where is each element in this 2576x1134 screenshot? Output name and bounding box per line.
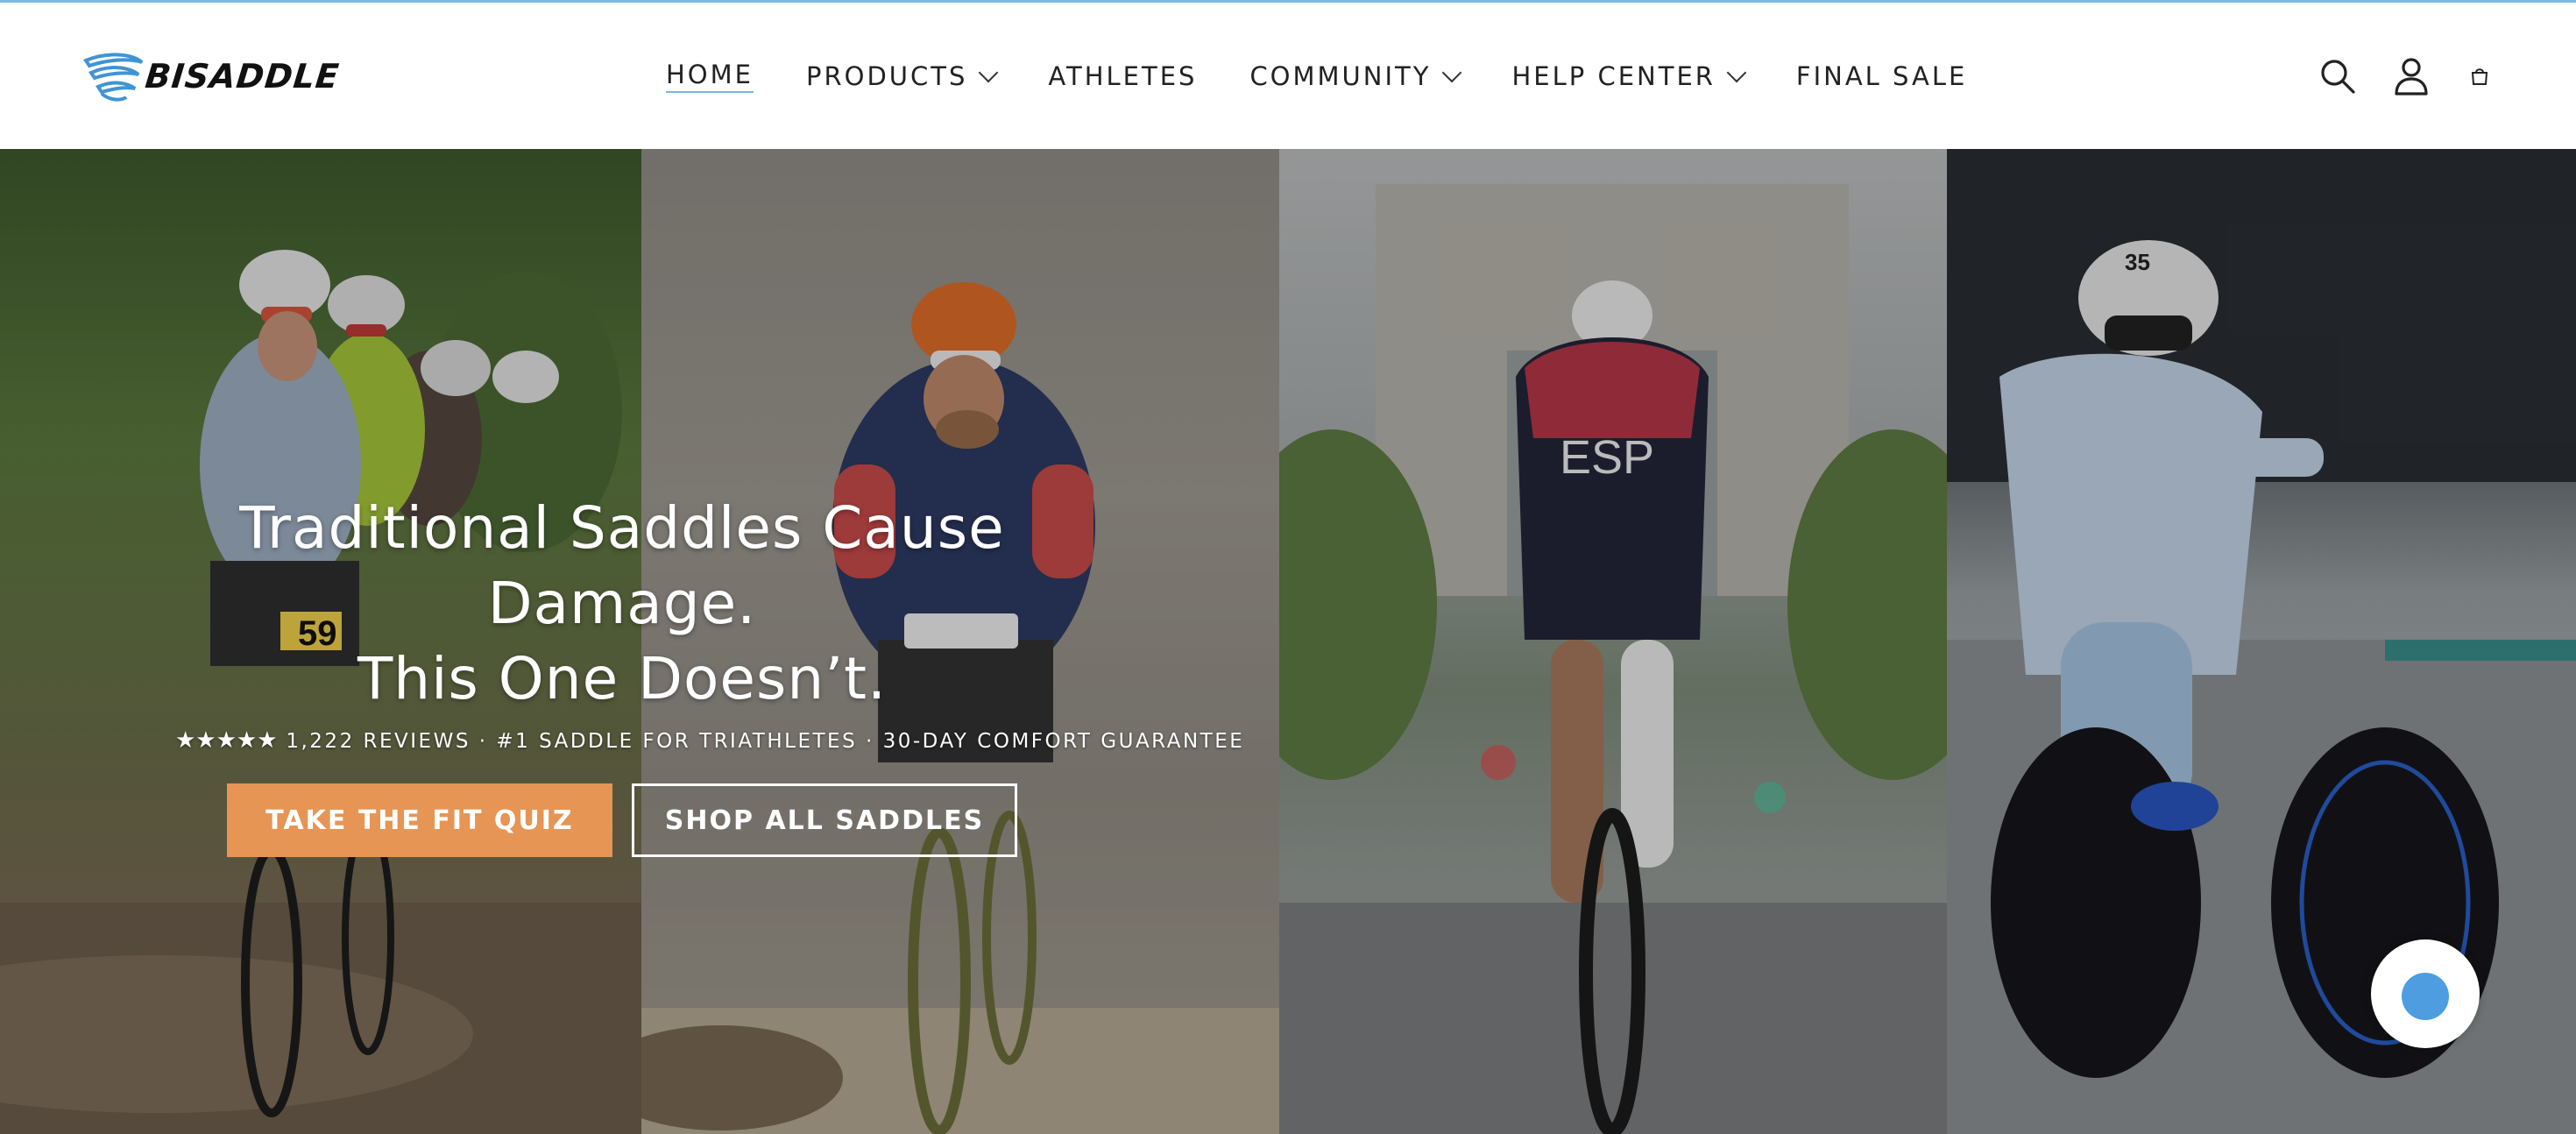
hero-photo-road-triathlete: ESP <box>1279 149 1947 1134</box>
shop-all-saddles-button[interactable]: SHOP ALL SADDLES <box>632 783 1017 857</box>
search-icon <box>2321 60 2355 94</box>
jersey-text: ESP <box>1560 431 1654 484</box>
road-triathlete-illustration: ESP <box>1279 184 1947 1134</box>
hero-photo-time-trial-rider: 35 <box>1947 149 2576 1134</box>
wing-logo-icon <box>82 53 144 102</box>
nav-item-help-center[interactable]: HELP CENTER <box>1511 61 1747 91</box>
search-button[interactable] <box>2313 48 2362 104</box>
hero-headline-line-2: This One Doesn’t. <box>357 645 888 712</box>
nav-label-home: HOME <box>666 60 754 93</box>
nav-label-athletes: ATHLETES <box>1048 61 1198 91</box>
hero-headline-line-1: Traditional Saddles Cause Damage. <box>239 494 1005 637</box>
hero-cta-row: TAKE THE FIT QUIZ SHOP ALL SADDLES <box>175 783 1069 857</box>
nav-item-home[interactable]: HOME <box>666 60 754 93</box>
hero-banner: 59 ESP 35 Traditional Saddles Cause Dama… <box>0 149 2576 1134</box>
account-icon <box>2395 58 2428 96</box>
chevron-down-icon <box>1442 62 1462 83</box>
hero-tagline: ★★★★★ 1,222 REVIEWS · #1 SADDLE FOR TRIA… <box>175 727 1242 754</box>
brand-logo-text: BISADDLE <box>143 57 342 96</box>
nav-label-products: PRODUCTS <box>805 61 968 91</box>
take-fit-quiz-button[interactable]: TAKE THE FIT QUIZ <box>227 783 612 857</box>
nav-label-final-sale: FINAL SALE <box>1795 61 1968 91</box>
nav-item-athletes[interactable]: ATHLETES <box>1048 61 1197 91</box>
chevron-down-icon <box>979 62 999 83</box>
rating-stars: ★★★★★ <box>175 727 278 754</box>
nav-item-final-sale[interactable]: FINAL SALE <box>1796 61 1967 91</box>
helmet-number: 35 <box>2125 249 2150 275</box>
chat-icon <box>2402 973 2449 1020</box>
nav-label-help-center: HELP CENTER <box>1511 61 1716 91</box>
brand-logo[interactable]: BISADDLE <box>81 48 396 104</box>
nav-item-community[interactable]: COMMUNITY <box>1249 61 1462 91</box>
hero-copy: Traditional Saddles Cause Damage. This O… <box>175 491 1242 857</box>
nav-label-community: COMMUNITY <box>1249 61 1432 91</box>
cart-button[interactable] <box>2462 48 2497 104</box>
chat-widget-button[interactable] <box>2371 939 2480 1048</box>
hero-headline: Traditional Saddles Cause Damage. This O… <box>175 491 1069 717</box>
nav-item-products[interactable]: PRODUCTS <box>805 61 999 91</box>
time-trial-rider-illustration: 35 <box>1947 149 2576 1134</box>
chevron-down-icon <box>1726 62 1747 83</box>
site-header: BISADDLE HOME PRODUCTS ATHLETES COMMUNIT… <box>0 3 2576 149</box>
account-button[interactable] <box>2387 48 2436 104</box>
main-nav: HOME PRODUCTS ATHLETES COMMUNITY HELP CE… <box>666 48 1967 104</box>
header-icons <box>2313 48 2576 104</box>
hero-tagline-text: 1,222 REVIEWS · #1 SADDLE FOR TRIATHLETE… <box>286 730 1245 753</box>
cart-icon <box>2471 68 2488 85</box>
